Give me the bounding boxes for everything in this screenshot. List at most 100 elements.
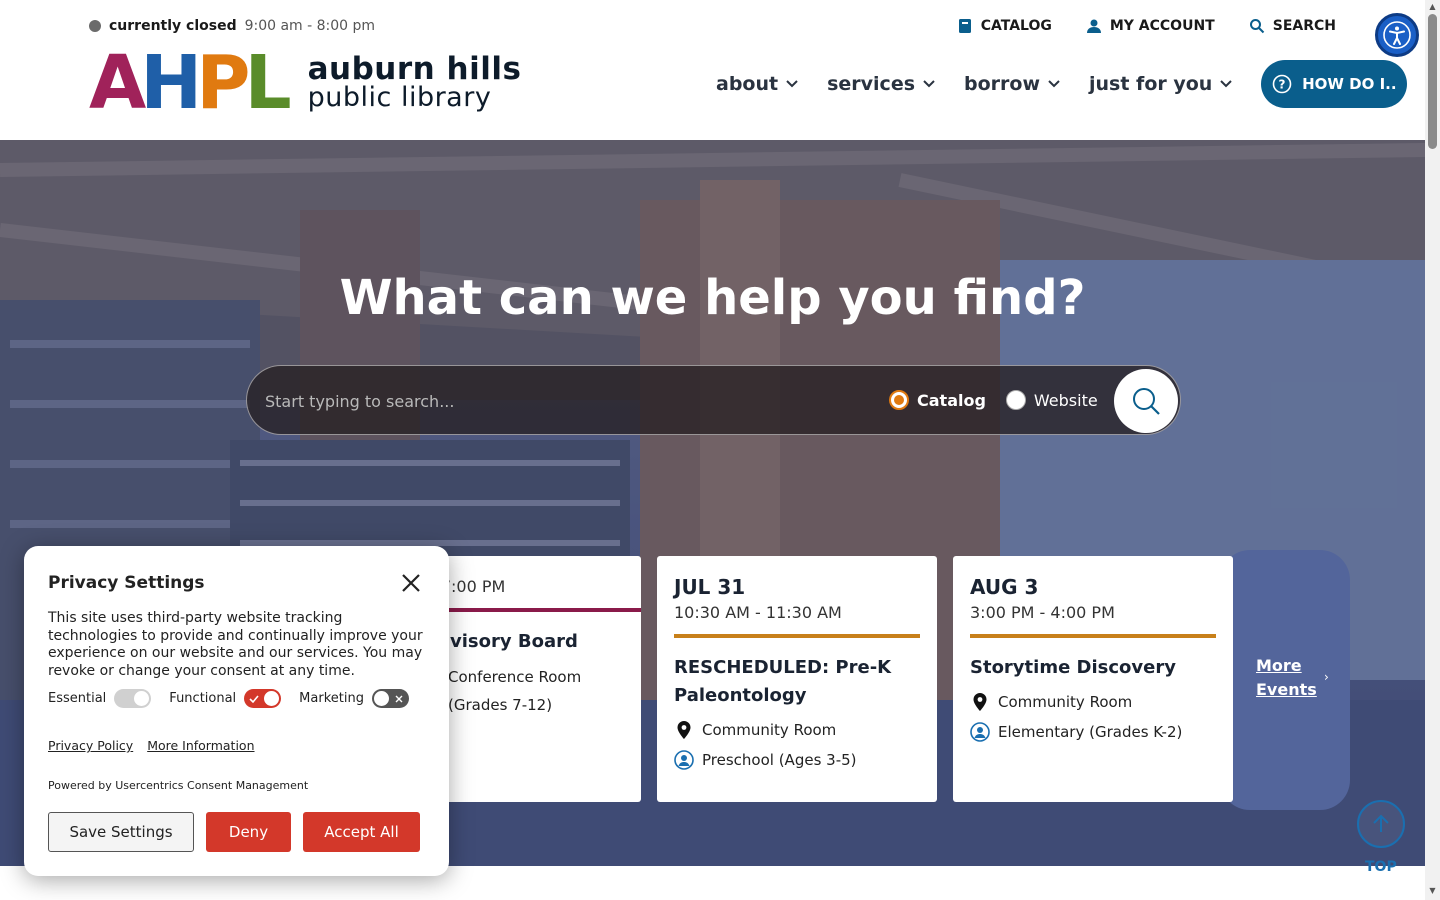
- status-label: currently closed: [109, 18, 237, 34]
- catalog-link[interactable]: CATALOG: [957, 16, 1052, 36]
- search-link[interactable]: SEARCH: [1249, 16, 1336, 36]
- search-icon: [1249, 19, 1264, 34]
- event-audience: Preschool (Ages 3-5): [674, 750, 920, 770]
- search-icon: [1133, 388, 1160, 415]
- site-header: currently closed 9:00 am - 8:00 pm A H P…: [0, 0, 1425, 140]
- privacy-links: Privacy Policy More Information: [48, 738, 425, 753]
- radio-catalog[interactable]: Catalog: [889, 390, 986, 410]
- logo-letter-l: L: [244, 40, 291, 126]
- more-events-line-1: More: [1256, 656, 1302, 675]
- event-location-text: Community Room: [702, 721, 837, 739]
- hero-title: What can we help you find?: [339, 270, 1086, 326]
- toggle-group-essential: Essential: [48, 689, 152, 708]
- more-events-link[interactable]: More Events: [1256, 654, 1317, 702]
- hero-search-button[interactable]: [1114, 369, 1178, 433]
- consent-toggles: Essential Functional Marketing: [48, 689, 425, 708]
- logo-line-2: public library: [307, 82, 492, 113]
- utility-nav: CATALOG MY ACCOUNT SEARCH: [957, 16, 1336, 36]
- save-settings-button[interactable]: Save Settings: [48, 812, 194, 852]
- logo-letter-p: P: [196, 40, 250, 126]
- hero-search-bar: Catalog Website: [246, 365, 1181, 435]
- event-date: AUG 3: [970, 575, 1039, 599]
- toggle-marketing[interactable]: [371, 689, 409, 708]
- scroll-down-arrow-icon[interactable]: ▼: [1428, 886, 1437, 896]
- chevron-down-icon: [1048, 80, 1060, 88]
- event-card[interactable]: JUL 31 10:30 AM - 11:30 AM RESCHEDULED: …: [657, 556, 937, 802]
- back-to-top-label[interactable]: TOP: [1365, 859, 1397, 875]
- toggle-knob: [373, 691, 389, 706]
- user-circle-icon: [674, 750, 694, 770]
- toggle-essential-label: Essential: [48, 691, 107, 706]
- book-icon: [958, 19, 971, 33]
- catalog-label: CATALOG: [980, 18, 1052, 34]
- my-account-link[interactable]: MY ACCOUNT: [1086, 16, 1215, 36]
- nav-item-borrow[interactable]: borrow: [964, 60, 1060, 108]
- privacy-policy-link[interactable]: Privacy Policy: [48, 738, 133, 753]
- check-icon: [249, 695, 259, 704]
- close-icon[interactable]: [401, 573, 421, 593]
- chevron-down-icon: [786, 80, 798, 88]
- event-card[interactable]: AUG 3 3:00 PM - 4:00 PM Storytime Discov…: [953, 556, 1233, 802]
- deny-button[interactable]: Deny: [206, 812, 291, 852]
- status-indicator-dot: [89, 20, 101, 32]
- page-scrollbar[interactable]: ▲ ▼: [1425, 0, 1440, 900]
- user-icon: [1086, 19, 1101, 33]
- toggle-group-marketing: Marketing: [299, 689, 409, 708]
- event-title: Storytime Discovery: [970, 657, 1176, 678]
- library-status: currently closed 9:00 am - 8:00 pm: [89, 17, 375, 35]
- toggle-group-functional: Functional: [169, 689, 282, 708]
- chevron-down-icon: [1220, 80, 1233, 88]
- radio-website-circle[interactable]: [1005, 390, 1026, 410]
- toggle-functional-label: Functional: [169, 691, 237, 706]
- toggle-essential: [114, 689, 152, 708]
- event-audience: Elementary (Grades K-2): [970, 722, 1216, 742]
- radio-catalog-circle[interactable]: [889, 390, 909, 410]
- nav-item-about[interactable]: about: [716, 60, 798, 108]
- event-location: Community Room: [674, 720, 920, 740]
- question-circle-icon: ?: [1272, 74, 1292, 94]
- hero-search-input[interactable]: [265, 381, 865, 421]
- accessibility-icon: [1383, 21, 1411, 49]
- nav-label: about: [716, 73, 779, 95]
- accept-all-button[interactable]: Accept All: [303, 812, 420, 852]
- event-audience-text: Preschool (Ages 3-5): [702, 751, 857, 769]
- event-location-text: Community Room: [998, 693, 1133, 711]
- svg-text:?: ?: [1279, 78, 1286, 92]
- event-audience-text: Elementary (Grades K-2): [998, 723, 1183, 741]
- back-to-top-button[interactable]: [1357, 800, 1405, 848]
- map-pin-icon: [973, 693, 987, 711]
- privacy-actions: Save Settings Deny Accept All: [48, 812, 420, 852]
- x-icon: [395, 695, 403, 703]
- radio-website[interactable]: Website: [1005, 390, 1098, 410]
- event-divider: [970, 634, 1216, 638]
- nav-item-services[interactable]: services: [827, 60, 935, 108]
- scroll-up-arrow-icon[interactable]: ▲: [1428, 2, 1437, 12]
- event-date: JUL 31: [674, 575, 746, 599]
- accessibility-button[interactable]: [1375, 13, 1419, 57]
- event-title: RESCHEDULED: Pre-K Paleontology: [674, 657, 892, 706]
- privacy-title: Privacy Settings: [48, 573, 205, 593]
- event-divider: [674, 634, 920, 638]
- logo-letter-a: A: [89, 40, 146, 126]
- event-time: 10:30 AM - 11:30 AM: [674, 603, 842, 622]
- status-hours: 9:00 am - 8:00 pm: [244, 18, 376, 34]
- scrollbar-thumb[interactable]: [1428, 14, 1437, 149]
- powered-by-text: Powered by Usercentrics Consent Manageme…: [48, 779, 309, 792]
- how-do-i-button[interactable]: ? HOW DO I..: [1261, 60, 1408, 108]
- library-logo[interactable]: A H P L auburn hills public library: [89, 40, 522, 126]
- nav-label: borrow: [964, 73, 1041, 95]
- more-events-line-2: Events: [1256, 680, 1317, 699]
- nav-label: services: [827, 73, 916, 95]
- radio-catalog-label: Catalog: [917, 390, 986, 410]
- toggle-functional[interactable]: [244, 689, 282, 708]
- radio-website-label: Website: [1033, 390, 1098, 410]
- event-location-text: Conference Room: [448, 668, 582, 686]
- toggle-knob: [264, 691, 280, 706]
- nav-label: just for you: [1089, 73, 1213, 95]
- logo-letter-h: H: [140, 40, 202, 126]
- nav-item-just-for-you[interactable]: just for you: [1089, 60, 1233, 108]
- event-location: Community Room: [970, 692, 1216, 712]
- chevron-down-icon: [923, 80, 935, 88]
- logo-line-1: auburn hills: [307, 51, 522, 87]
- more-information-link[interactable]: More Information: [147, 738, 254, 753]
